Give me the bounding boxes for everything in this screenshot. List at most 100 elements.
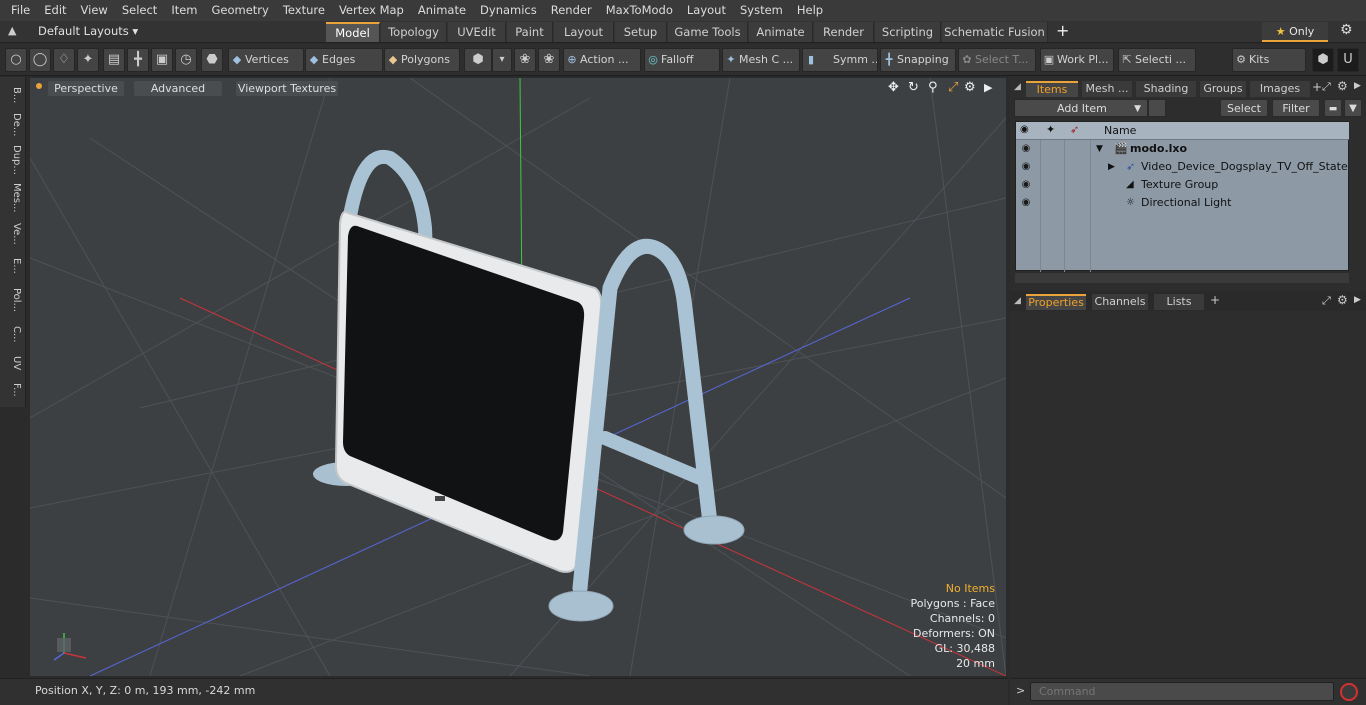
filter-funnel-icon[interactable]: ▼	[1344, 99, 1362, 117]
tab-render[interactable]: Render	[814, 22, 874, 42]
menu-vertex-map[interactable]: Vertex Map	[332, 0, 411, 21]
add-item-dropdown[interactable]	[1148, 99, 1166, 117]
globe-icon[interactable]: ◯	[29, 48, 51, 72]
visibility-eye-icon[interactable]: ◉	[1019, 194, 1033, 212]
polygons-button[interactable]: ◆ Polygons	[384, 48, 460, 72]
panel-gear-icon[interactable]: ⚙	[1337, 79, 1348, 93]
menu-render[interactable]: Render	[544, 0, 599, 21]
panel-expand-icon[interactable]: ⤢	[1322, 294, 1331, 308]
perspective-button[interactable]: Perspective	[48, 81, 124, 96]
menu-maxtomodo[interactable]: MaxToModo	[599, 0, 680, 21]
item-row-scene[interactable]: ◉ ▼ 🎬 modo.lxo	[1016, 140, 1349, 158]
record-icon[interactable]	[1340, 683, 1358, 701]
menu-help[interactable]: Help	[790, 0, 830, 21]
panel-corner-icon[interactable]: ◢	[1014, 82, 1021, 92]
tab-shading[interactable]: Shading	[1136, 81, 1196, 97]
snap-a-icon[interactable]: ❀	[514, 48, 536, 72]
tab-setup[interactable]: Setup	[615, 22, 667, 42]
center-icon[interactable]: ╋	[127, 48, 149, 72]
filter-button[interactable]: Filter	[1272, 99, 1320, 117]
zoom-icon[interactable]: ⚲	[928, 80, 938, 95]
tab-game-tools[interactable]: Game Tools	[668, 22, 748, 42]
symmetry-button[interactable]: ▮ Symm ...	[802, 48, 878, 72]
unity-icon[interactable]: ⬢	[1312, 48, 1334, 72]
square-icon[interactable]: ▣	[151, 48, 173, 72]
name-column-header[interactable]: Name	[1104, 124, 1136, 137]
add-item-button[interactable]: Add Item ▼	[1014, 99, 1148, 117]
action-center-button[interactable]: ⊕ Action ...	[563, 48, 641, 72]
strip-tab-basic[interactable]: B...	[4, 83, 22, 107]
falloff-button[interactable]: ◎ Falloff	[644, 48, 720, 72]
select-through-button[interactable]: ✿ Select T...	[958, 48, 1036, 72]
viewport-menu-arrow-icon[interactable]: ▶	[984, 81, 992, 94]
panel-gear-icon[interactable]: ⚙	[1337, 293, 1348, 307]
tab-animate[interactable]: Animate	[749, 22, 813, 42]
menu-dynamics[interactable]: Dynamics	[473, 0, 544, 21]
brush-icon[interactable]: ✦	[77, 48, 99, 72]
menu-system[interactable]: System	[733, 0, 790, 21]
snap-b-icon[interactable]: ❀	[538, 48, 560, 72]
viewport-dot-icon[interactable]	[36, 83, 42, 89]
kits-button[interactable]: ⚙ Kits	[1232, 48, 1306, 72]
strip-tab-vertex[interactable]: Ve...	[4, 219, 22, 249]
tab-items[interactable]: Items	[1026, 81, 1078, 97]
tab-channels[interactable]: Channels	[1092, 294, 1148, 310]
gear-icon[interactable]: ⚙	[1340, 22, 1353, 38]
tab-scripting[interactable]: Scripting	[875, 22, 941, 42]
strip-tab-duplicate[interactable]: Dup...	[4, 143, 22, 177]
edges-button[interactable]: ◆ Edges	[305, 48, 383, 72]
menu-select[interactable]: Select	[115, 0, 164, 21]
layout-selector[interactable]: Default Layouts ▾	[38, 24, 138, 38]
menu-edit[interactable]: Edit	[37, 0, 73, 21]
strip-tab-deform[interactable]: De...	[4, 111, 22, 139]
tab-images[interactable]: Images	[1250, 81, 1310, 97]
tab-schematic-fusion[interactable]: Schematic Fusion	[942, 22, 1048, 42]
shield-icon[interactable]: ⬣	[201, 48, 223, 72]
viewport-scene[interactable]	[30, 78, 1006, 676]
panel-corner-icon[interactable]: ◢	[1014, 296, 1021, 306]
panel-add-icon[interactable]: +	[1312, 80, 1322, 94]
chevron-down-icon[interactable]: ▾	[492, 48, 512, 72]
mesh-constraints-button[interactable]: ✦ Mesh C ...	[722, 48, 800, 72]
tab-layout[interactable]: Layout	[554, 22, 614, 42]
panel-arrow-icon[interactable]: ▶	[1354, 295, 1361, 305]
expand-arrow-icon[interactable]: ▼	[1096, 140, 1103, 158]
tab-groups[interactable]: Groups	[1200, 81, 1246, 97]
item-row-mesh[interactable]: ◉ ▶ ➶ Video_Device_Dogsplay_TV_Off_State	[1016, 158, 1349, 176]
pen-icon[interactable]: ♢	[53, 48, 75, 72]
tab-lists[interactable]: Lists	[1154, 294, 1204, 310]
only-toggle[interactable]: ★ Only	[1262, 22, 1328, 42]
vertices-button[interactable]: ◆ Vertices	[228, 48, 304, 72]
expand-arrow-icon[interactable]: ▶	[1108, 158, 1115, 176]
panel-expand-icon[interactable]: ⤢	[1322, 80, 1331, 94]
cube-icon[interactable]: ⬢	[464, 48, 492, 72]
strip-tab-curve[interactable]: C...	[4, 321, 22, 347]
menu-geometry[interactable]: Geometry	[205, 0, 276, 21]
strip-tab-mesh[interactable]: Mes...	[4, 181, 22, 215]
visibility-eye-icon[interactable]: ◉	[1019, 176, 1033, 194]
menu-animate[interactable]: Animate	[411, 0, 473, 21]
strip-tab-fusion[interactable]: F...	[4, 377, 22, 403]
move-view-icon[interactable]: ✥	[888, 80, 899, 95]
visibility-eye-icon[interactable]: ◉	[1019, 140, 1033, 158]
align-icon[interactable]: ▤	[103, 48, 125, 72]
work-plane-button[interactable]: ▣ Work Pl...	[1040, 48, 1114, 72]
panel-arrow-icon[interactable]: ▶	[1354, 81, 1361, 91]
collapse-icon[interactable]: ▬	[1324, 99, 1342, 117]
snapping-button[interactable]: ╋ Snapping	[880, 48, 956, 72]
visibility-eye-icon[interactable]: ◉	[1019, 158, 1033, 176]
selection-sets-button[interactable]: ⇱ Selecti ...	[1118, 48, 1196, 72]
strip-tab-uv[interactable]: UV	[4, 351, 22, 375]
command-input[interactable]	[1030, 682, 1334, 701]
timer-icon[interactable]: ◷	[175, 48, 197, 72]
menu-layout[interactable]: Layout	[680, 0, 733, 21]
viewport-textures-button[interactable]: Viewport Textures	[236, 81, 338, 96]
menu-texture[interactable]: Texture	[276, 0, 332, 21]
viewport-gear-icon[interactable]: ⚙	[964, 80, 976, 95]
add-tab-icon[interactable]: +	[1210, 293, 1220, 307]
layout-collapse-icon[interactable]: ▲	[8, 24, 16, 37]
item-row-texture-group[interactable]: ◉ ◢ Texture Group	[1016, 176, 1349, 194]
menu-file[interactable]: File	[4, 0, 37, 21]
select-circle-icon[interactable]: ○	[5, 48, 27, 72]
items-scrollbar[interactable]	[1015, 273, 1349, 283]
